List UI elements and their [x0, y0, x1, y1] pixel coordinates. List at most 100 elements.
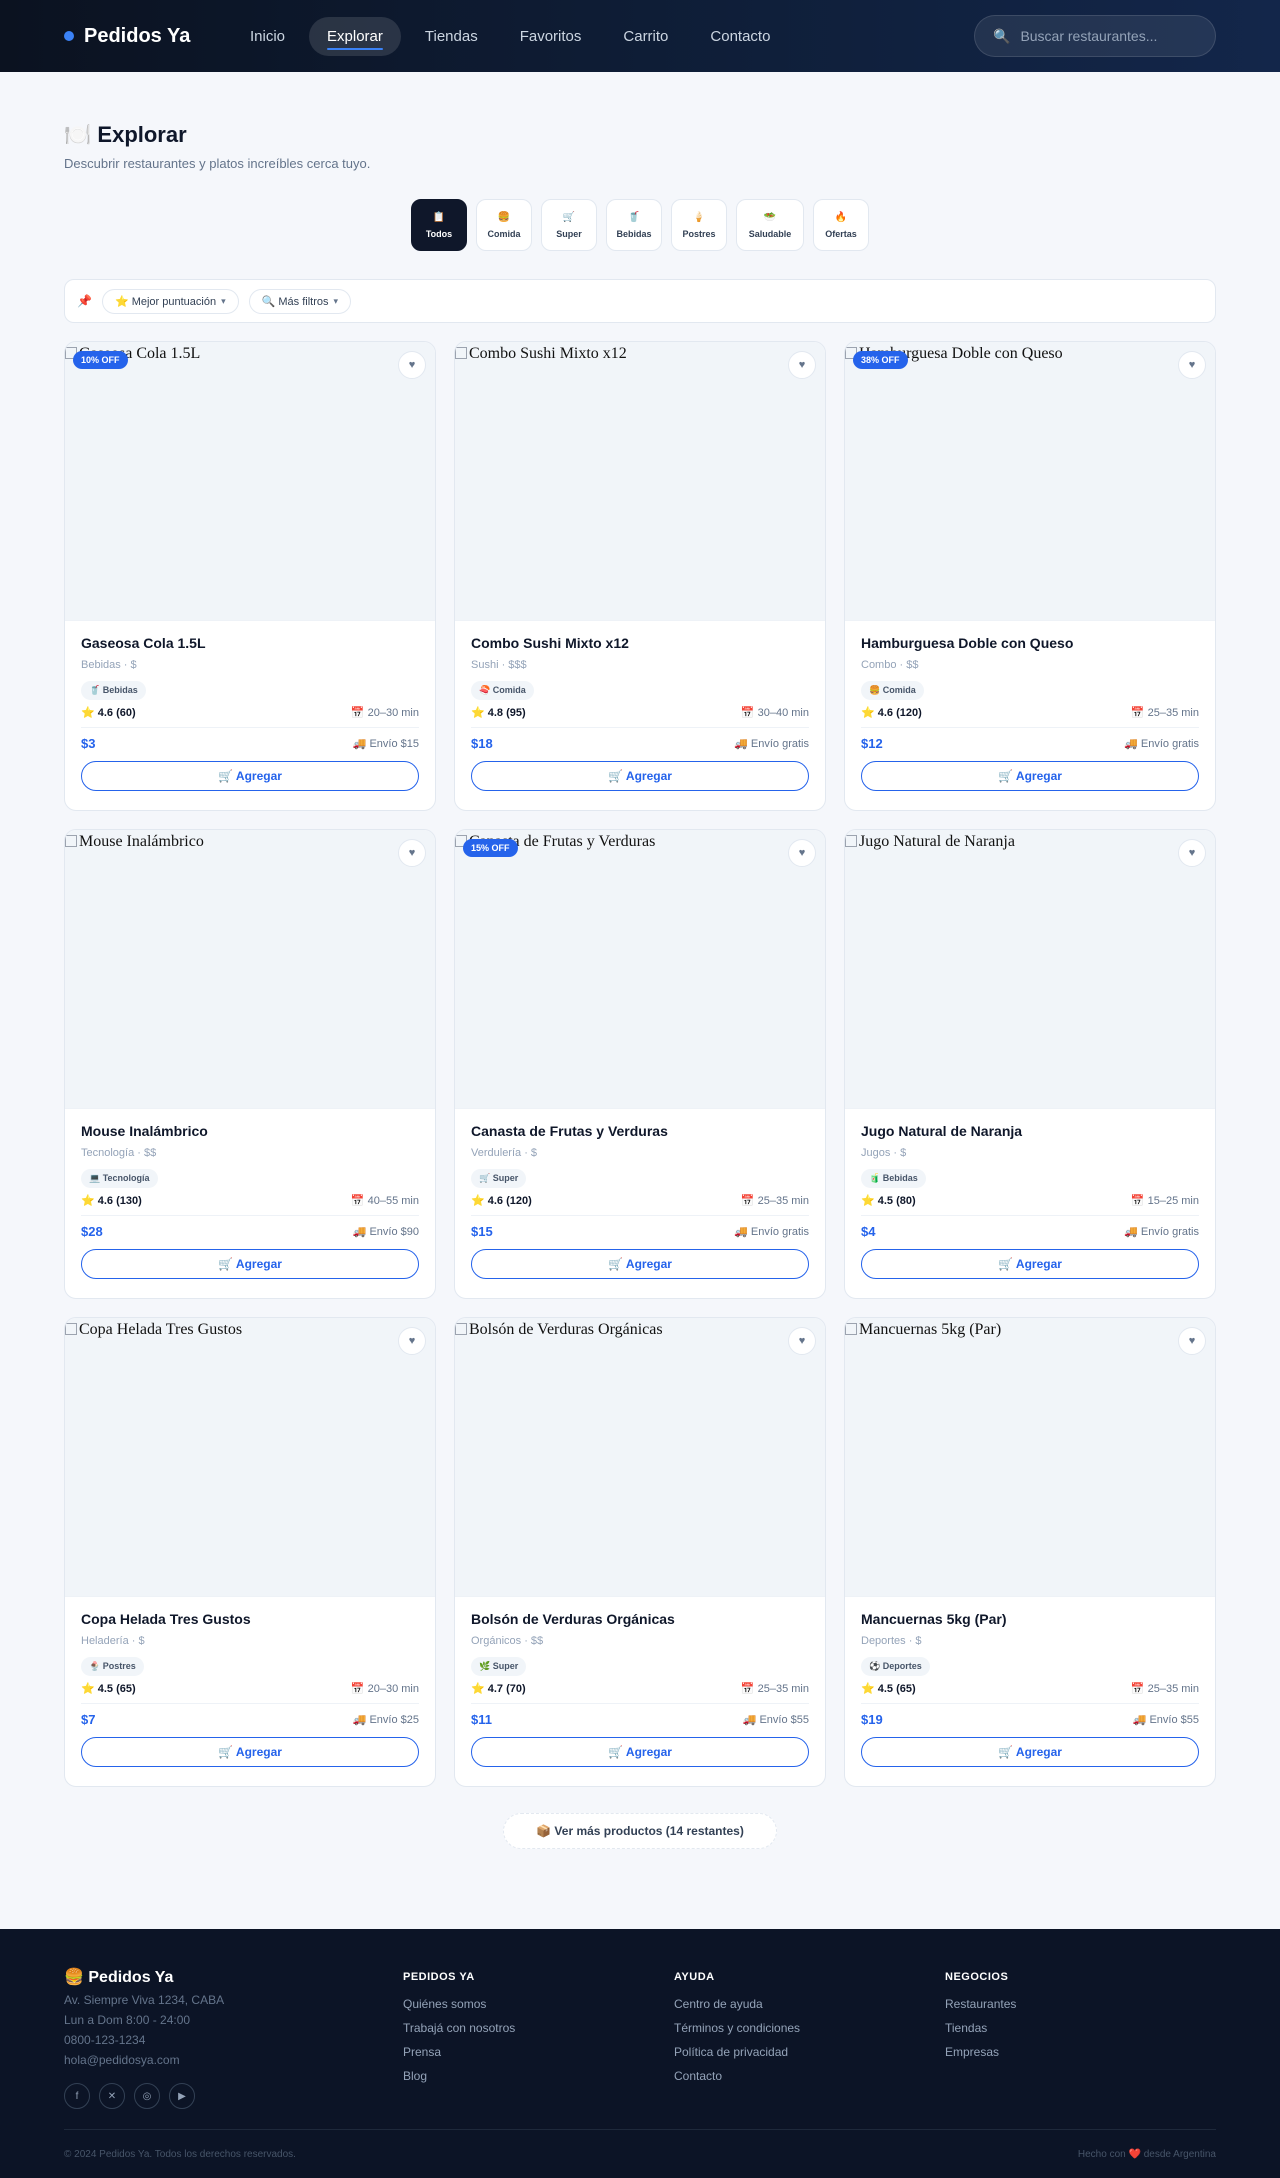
footer-link-terminos-y-condiciones[interactable]: Términos y condiciones	[674, 2021, 945, 2035]
broken-image-icon	[455, 1323, 467, 1335]
footer-link-centro-de-ayuda[interactable]: Centro de ayuda	[674, 1997, 945, 2011]
product-card[interactable]: Combo Sushi Mixto x12 ♥ Combo Sushi Mixto …	[454, 341, 826, 811]
product-image[interactable]: Jugo Natural de Naranja ♥	[845, 830, 1215, 1109]
more-filters-dropdown[interactable]: 🔍 Más filtros ▾	[248, 288, 352, 314]
product-rating: ⭐ 4.6 (130)	[81, 1195, 142, 1207]
product-card[interactable]: Copa Helada Tres Gustos ♥ Copa Helada Tres…	[64, 1317, 436, 1787]
footer-bottom: © 2024 Pedidos Ya. Todos los derechos re…	[64, 2129, 1216, 2178]
shipping-cost: 🚚 Envío $15	[352, 738, 419, 750]
product-image[interactable]: Bolsón de Verduras Orgánicas ♥	[455, 1318, 825, 1597]
product-image-alt: Copa Helada Tres Gustos	[65, 1321, 242, 1339]
nav-link-carrito[interactable]: Carrito	[605, 17, 686, 56]
product-card[interactable]: Jugo Natural de Naranja ♥ Jugo Natural de …	[844, 829, 1216, 1299]
category-tab-ofertas[interactable]: 🔥 Ofertas	[813, 199, 869, 251]
plate-icon: 🍽️	[64, 122, 92, 147]
product-meta: Combo · $$	[861, 659, 919, 671]
delivery-time: 📅 20–30 min	[350, 707, 419, 719]
product-image-alt: Combo Sushi Mixto x12	[455, 345, 627, 363]
category-label: Ofertas	[825, 228, 857, 239]
price-row: $4 🚚 Envío gratis	[861, 1224, 1199, 1239]
category-tag: 🌿 Super	[471, 1657, 527, 1676]
product-image[interactable]: Hamburguesa Doble con Queso 38% OFF ♥	[845, 342, 1215, 621]
favorite-heart-icon[interactable]: ♥	[1178, 839, 1206, 867]
nav-link-tiendas[interactable]: Tiendas	[407, 17, 496, 56]
load-more-button[interactable]: 📦 Ver más productos (14 restantes)	[503, 1813, 777, 1849]
footer-link-politica-de-privacidad[interactable]: Política de privacidad	[674, 2045, 945, 2059]
product-image[interactable]: Copa Helada Tres Gustos ♥	[65, 1318, 435, 1597]
add-to-cart-button[interactable]: 🛒 Agregar	[81, 761, 419, 791]
product-card[interactable]: Hamburguesa Doble con Queso 38% OFF ♥ Hambu…	[844, 341, 1216, 811]
shipping-cost: 🚚 Envío $90	[352, 1226, 419, 1238]
category-tab-comida[interactable]: 🍔 Comida	[476, 199, 532, 251]
favorite-heart-icon[interactable]: ♥	[788, 839, 816, 867]
category-tab-bebidas[interactable]: 🥤 Bebidas	[606, 199, 662, 251]
shipping-cost: 🚚 Envío gratis	[1124, 738, 1199, 750]
product-info: Combo Sushi Mixto x12 Sushi · $$$ 🍣 Comida…	[455, 621, 825, 805]
x-icon[interactable]: ✕	[99, 2083, 125, 2109]
product-image[interactable]: Combo Sushi Mixto x12 ♥	[455, 342, 825, 621]
footer-link-restaurantes[interactable]: Restaurantes	[945, 1997, 1216, 2011]
category-tab-saludable[interactable]: 🥗 Saludable	[736, 199, 804, 251]
favorite-heart-icon[interactable]: ♥	[1178, 1327, 1206, 1355]
discount-badge: 15% OFF	[463, 839, 518, 857]
delivery-time: 📅 30–40 min	[740, 707, 809, 719]
price-row: $3 🚚 Envío $15	[81, 736, 419, 751]
footer-link-trabaja-con-nosotros[interactable]: Trabajá con nosotros	[403, 2021, 674, 2035]
add-to-cart-button[interactable]: 🛒 Agregar	[471, 761, 809, 791]
social-links: f ✕ ◎ ▶	[64, 2083, 403, 2109]
delivery-time: 📅 25–35 min	[1130, 707, 1199, 719]
favorite-heart-icon[interactable]: ♥	[398, 839, 426, 867]
nav-link-explorar[interactable]: Explorar	[309, 16, 401, 56]
category-tab-super[interactable]: 🛒 Super	[541, 199, 597, 251]
footer-link-tiendas[interactable]: Tiendas	[945, 2021, 1216, 2035]
favorite-heart-icon[interactable]: ♥	[398, 351, 426, 379]
add-to-cart-button[interactable]: 🛒 Agregar	[861, 1737, 1199, 1767]
footer-link-quienes-somos[interactable]: Quiénes somos	[403, 1997, 674, 2011]
category-tag: 💻 Tecnología	[81, 1169, 158, 1188]
nav-link-inicio[interactable]: Inicio	[232, 17, 303, 56]
product-image[interactable]: Mancuernas 5kg (Par) ♥	[845, 1318, 1215, 1597]
delivery-time: 📅 25–35 min	[740, 1683, 809, 1695]
product-image[interactable]: Gaseosa Cola 1.5L 10% OFF ♥	[65, 342, 435, 621]
facebook-icon[interactable]: f	[64, 2083, 90, 2109]
broken-image-icon	[845, 1323, 857, 1335]
add-to-cart-button[interactable]: 🛒 Agregar	[471, 1737, 809, 1767]
add-to-cart-button[interactable]: 🛒 Agregar	[81, 1249, 419, 1279]
add-to-cart-button[interactable]: 🛒 Agregar	[861, 761, 1199, 791]
nav-link-contacto[interactable]: Contacto	[692, 17, 788, 56]
product-card[interactable]: Mancuernas 5kg (Par) ♥ Mancuernas 5kg (Par…	[844, 1317, 1216, 1787]
rating-row: ⭐ 4.6 (120) 📅 25–35 min	[861, 706, 1199, 728]
favorite-heart-icon[interactable]: ♥	[788, 351, 816, 379]
product-card[interactable]: Gaseosa Cola 1.5L 10% OFF ♥ Gaseosa Cola 1.…	[64, 341, 436, 811]
footer-link-prensa[interactable]: Prensa	[403, 2045, 674, 2059]
product-image[interactable]: Canasta de Frutas y Verduras 15% OFF ♥	[455, 830, 825, 1109]
footer-phone: 0800-123-1234	[64, 2033, 146, 2047]
product-image[interactable]: Mouse Inalámbrico ♥	[65, 830, 435, 1109]
nav-link-favoritos[interactable]: Favoritos	[502, 17, 600, 56]
youtube-icon[interactable]: ▶	[169, 2083, 195, 2109]
product-rating: ⭐ 4.5 (65)	[861, 1683, 916, 1695]
product-card[interactable]: Mouse Inalámbrico ♥ Mouse Inalámbrico Tecno…	[64, 829, 436, 1299]
favorite-heart-icon[interactable]: ♥	[398, 1327, 426, 1355]
product-rating: ⭐ 4.7 (70)	[471, 1683, 526, 1695]
add-to-cart-button[interactable]: 🛒 Agregar	[81, 1737, 419, 1767]
sort-dropdown[interactable]: ⭐ Mejor puntuación ▾	[101, 288, 239, 314]
search-box[interactable]: 🔍	[974, 15, 1216, 57]
favorite-heart-icon[interactable]: ♥	[1178, 351, 1206, 379]
product-image-alt: Mouse Inalámbrico	[65, 833, 204, 851]
category-tab-todos[interactable]: 📋 Todos	[411, 199, 467, 251]
footer-link-blog[interactable]: Blog	[403, 2069, 674, 2083]
brand-logo[interactable]: Pedidos Ya	[64, 25, 232, 48]
add-to-cart-button[interactable]: 🛒 Agregar	[861, 1249, 1199, 1279]
footer-link-empresas[interactable]: Empresas	[945, 2045, 1216, 2059]
category-icon: 🥗	[763, 211, 777, 223]
product-card[interactable]: Canasta de Frutas y Verduras 15% OFF ♥ Cana…	[454, 829, 826, 1299]
instagram-icon[interactable]: ◎	[134, 2083, 160, 2109]
category-tab-postres[interactable]: 🍦 Postres	[671, 199, 727, 251]
favorite-heart-icon[interactable]: ♥	[788, 1327, 816, 1355]
footer-link-contacto[interactable]: Contacto	[674, 2069, 945, 2083]
category-icon: 🍔	[497, 211, 511, 223]
add-to-cart-button[interactable]: 🛒 Agregar	[471, 1249, 809, 1279]
search-input[interactable]	[1020, 28, 1197, 44]
product-card[interactable]: Bolsón de Verduras Orgánicas ♥ Bolsón de V…	[454, 1317, 826, 1787]
